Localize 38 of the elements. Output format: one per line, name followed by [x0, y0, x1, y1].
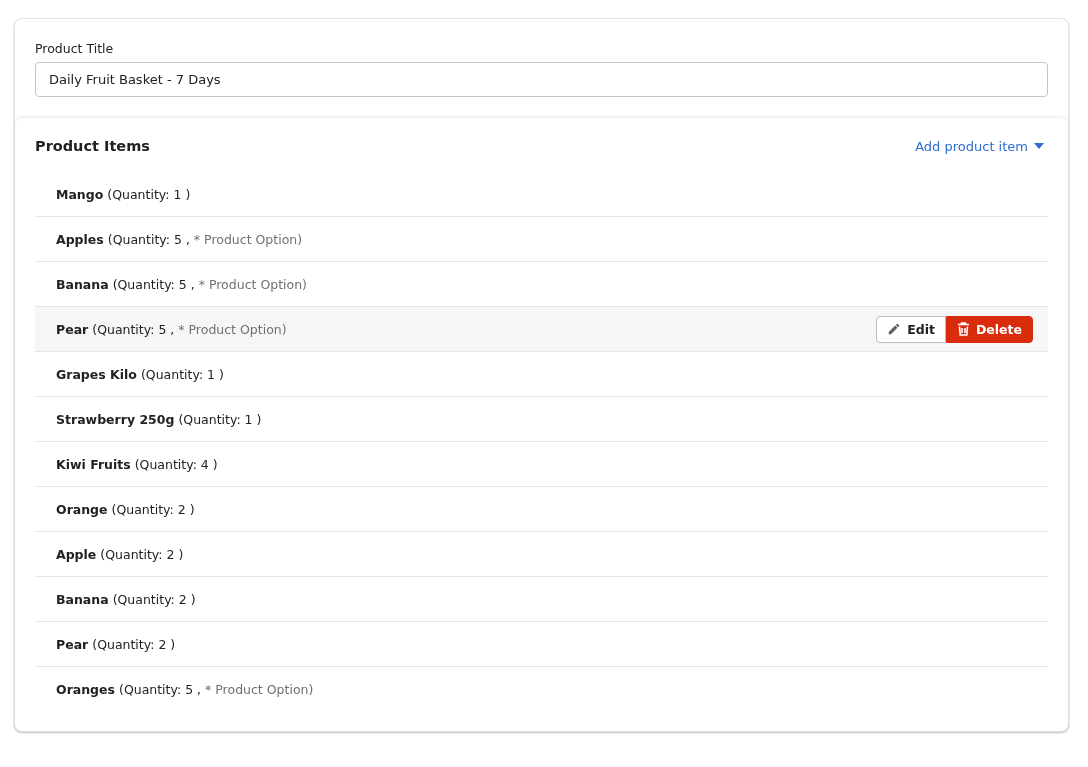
item-option: * Product Option): [193, 231, 303, 247]
edit-button[interactable]: Edit: [876, 315, 946, 343]
item-quantity: (Quantity: 2 ): [92, 636, 176, 652]
item-quantity: (Quantity: 2 ): [111, 501, 195, 517]
add-product-item-link[interactable]: Add product item: [915, 138, 1044, 154]
item-quantity: (Quantity: 4 ): [134, 456, 218, 472]
item-quantity: (Quantity: 1 ): [178, 411, 262, 427]
item-quantity: (Quantity: 5 ,: [92, 321, 175, 337]
item-quantity: (Quantity: 2 ): [112, 591, 196, 607]
item-quantity: (Quantity: 5 ,: [112, 276, 195, 292]
item-name: Apples: [56, 231, 104, 247]
item-option: * Product Option): [178, 321, 287, 337]
item-name: Grapes Kilo: [56, 366, 137, 382]
item-quantity: (Quantity: 1 ): [107, 186, 191, 202]
pencil-icon: [887, 322, 902, 336]
item-name: Strawberry 250g: [56, 411, 175, 427]
item-name: Banana: [56, 591, 109, 607]
item-option: * Product Option): [198, 276, 307, 292]
item-option: * Product Option): [205, 681, 314, 697]
product-title-input[interactable]: Daily Fruit Basket - 7 Days: [35, 62, 1048, 97]
item-quantity: (Quantity: 5 ,: [119, 681, 202, 697]
item-name: Orange: [56, 501, 108, 517]
caret-icon: [1034, 143, 1044, 149]
field-label: Product Title: [35, 41, 115, 56]
item-name: Banana: [56, 276, 109, 292]
item-name: Kiwi Fruits: [56, 456, 131, 472]
section-title: Product Items: [35, 138, 150, 154]
item-name: Pear: [56, 321, 89, 337]
delete-button[interactable]: Delete: [945, 315, 1033, 343]
item-name: Oranges: [56, 681, 115, 697]
item-name: Mango: [56, 186, 104, 202]
item-name: Apple: [56, 546, 97, 562]
item-name: Pear: [56, 636, 89, 652]
product-item-row[interactable]: Pear (Quantity: 5 , * Product Option) Edit Delete: [35, 306, 1048, 351]
item-quantity: (Quantity: 2 ): [100, 546, 184, 562]
item-quantity: (Quantity: 1 ): [140, 366, 224, 382]
trash-icon: [956, 322, 970, 336]
item-quantity: (Quantity: 5 ,: [107, 231, 190, 247]
